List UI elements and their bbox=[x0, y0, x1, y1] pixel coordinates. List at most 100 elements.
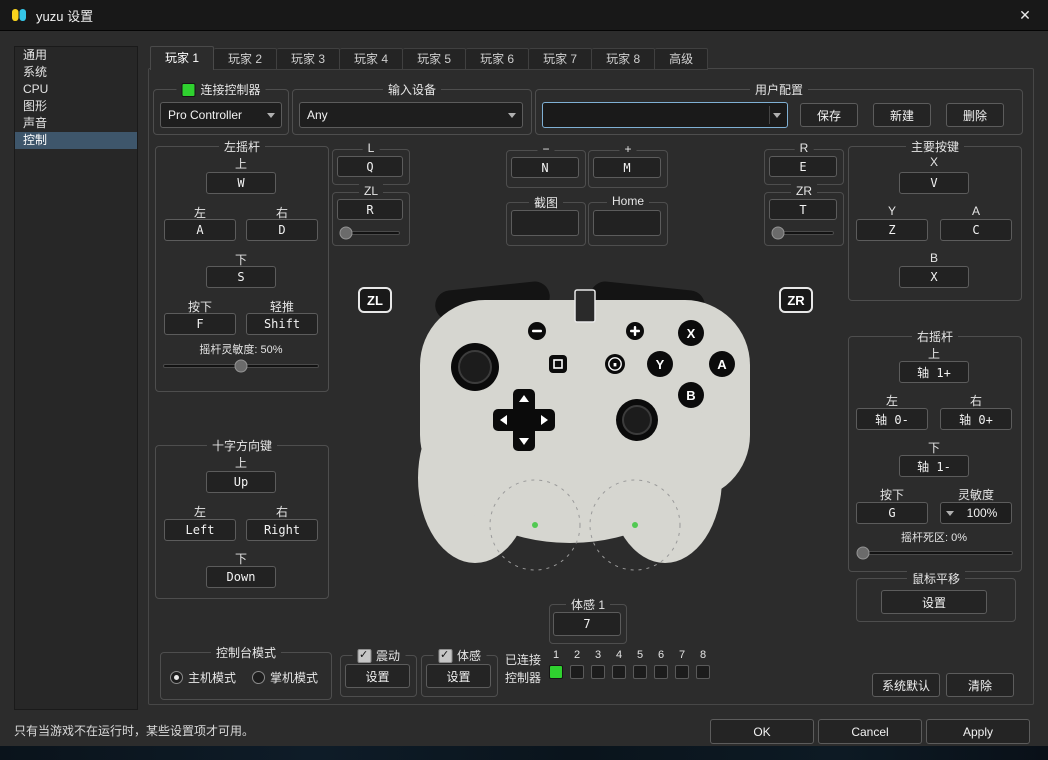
connected-controller-5-checkbox[interactable] bbox=[633, 665, 647, 679]
zl-threshold-slider[interactable] bbox=[339, 225, 401, 240]
sidebar-item-system[interactable]: 系统 bbox=[15, 64, 137, 81]
right-stick-right-button[interactable]: 轴 0+ bbox=[940, 408, 1012, 430]
face-y-button[interactable]: Z bbox=[856, 219, 928, 241]
right-stick-up-label: 上 bbox=[927, 347, 940, 361]
right-stick-up-button[interactable]: 轴 1+ bbox=[899, 361, 969, 383]
left-stick-modifier-button[interactable]: Shift bbox=[246, 313, 318, 335]
dpad-left-button[interactable]: Left bbox=[164, 519, 236, 541]
cancel-button[interactable]: Cancel bbox=[818, 719, 922, 744]
profile-save-button[interactable]: 保存 bbox=[800, 103, 858, 127]
restore-defaults-button[interactable]: 系统默认 bbox=[872, 673, 940, 697]
sidebar-item-general[interactable]: 通用 bbox=[15, 47, 137, 64]
zr-button[interactable]: T bbox=[769, 199, 837, 220]
right-stick-down-button[interactable]: 轴 1- bbox=[899, 455, 969, 477]
close-icon[interactable]: ✕ bbox=[1002, 0, 1048, 30]
left-stick-down-button[interactable]: S bbox=[206, 266, 276, 288]
connected-controller-1-checkbox[interactable] bbox=[549, 665, 563, 679]
left-stick-up-button[interactable]: W bbox=[206, 172, 276, 194]
tab-player-2[interactable]: 玩家 2 bbox=[214, 48, 278, 70]
zr-threshold-slider[interactable] bbox=[771, 225, 835, 240]
connected-label-line2: 控制器 bbox=[504, 671, 541, 685]
left-stick-right-button[interactable]: D bbox=[246, 219, 318, 241]
a-button-glyph: A bbox=[717, 357, 727, 372]
tab-player-7[interactable]: 玩家 7 bbox=[529, 48, 593, 70]
profile-delete-button[interactable]: 删除 bbox=[946, 103, 1004, 127]
profile-label: 用户配置 bbox=[754, 83, 804, 97]
face-a-button[interactable]: C bbox=[940, 219, 1012, 241]
left-stick-range-slider[interactable] bbox=[162, 358, 320, 374]
connect-controller-label: 连接控制器 bbox=[200, 83, 261, 97]
r-label: R bbox=[799, 141, 809, 155]
connected-controller-6-checkbox[interactable] bbox=[654, 665, 668, 679]
motion-checkbox[interactable] bbox=[437, 648, 452, 663]
face-x-button[interactable]: V bbox=[899, 172, 969, 194]
right-stick-left-label: 左 bbox=[885, 394, 898, 408]
plus-button[interactable]: M bbox=[593, 157, 661, 178]
mouse-panning-settings-button[interactable]: 设置 bbox=[881, 590, 987, 614]
clear-button[interactable]: 清除 bbox=[946, 673, 1014, 697]
face-b-button[interactable]: X bbox=[899, 266, 969, 288]
tab-player-3[interactable]: 玩家 3 bbox=[277, 48, 341, 70]
dpad-right-button[interactable]: Right bbox=[246, 519, 318, 541]
tab-player-6[interactable]: 玩家 6 bbox=[466, 48, 530, 70]
right-stick-range-select[interactable]: 100% bbox=[940, 502, 1012, 524]
sidebar-item-audio[interactable]: 声音 bbox=[15, 115, 137, 132]
ok-button[interactable]: OK bbox=[710, 719, 814, 744]
controller-type-select[interactable]: Pro Controller bbox=[160, 102, 282, 128]
profile-new-button[interactable]: 新建 bbox=[873, 103, 931, 127]
status-text: 只有当游戏不在运行时，某些设置项才可用。 bbox=[14, 724, 255, 738]
zl-button[interactable]: R bbox=[337, 199, 403, 220]
apply-button[interactable]: Apply bbox=[926, 719, 1030, 744]
controller-type-value: Pro Controller bbox=[168, 108, 243, 122]
minus-button-icon bbox=[528, 322, 546, 340]
home-button[interactable] bbox=[593, 210, 661, 236]
input-device-select[interactable]: Any bbox=[299, 102, 523, 128]
sidebar-item-graphics[interactable]: 图形 bbox=[15, 98, 137, 115]
docked-mode-radio[interactable]: 主机模式 bbox=[170, 669, 236, 686]
left-stick-press-button[interactable]: F bbox=[164, 313, 236, 335]
right-stick-left-button[interactable]: 轴 0- bbox=[856, 408, 928, 430]
usb-connector bbox=[574, 289, 596, 323]
motion-settings-button[interactable]: 设置 bbox=[426, 664, 491, 688]
left-stick-title: 左摇杆 bbox=[223, 140, 261, 154]
dpad-down-button[interactable]: Down bbox=[206, 566, 276, 588]
vibration-settings-button[interactable]: 设置 bbox=[345, 664, 410, 688]
vibration-checkbox[interactable] bbox=[356, 648, 371, 663]
right-stick-press-label: 按下 bbox=[879, 488, 904, 502]
handheld-mode-label: 掌机模式 bbox=[270, 671, 319, 685]
dpad-right-label: 右 bbox=[275, 505, 288, 519]
sidebar-item-controls[interactable]: 控制 bbox=[15, 132, 137, 149]
connected-controller-3-checkbox[interactable] bbox=[591, 665, 605, 679]
tab-player-4[interactable]: 玩家 4 bbox=[340, 48, 404, 70]
right-stick-deadzone-slider[interactable] bbox=[856, 545, 1014, 561]
plus-button-icon bbox=[626, 322, 644, 340]
motion1-button[interactable]: 7 bbox=[553, 612, 621, 636]
minus-button[interactable]: N bbox=[511, 157, 579, 178]
chevron-down-icon bbox=[267, 113, 275, 118]
connect-controller-checkbox[interactable] bbox=[181, 82, 196, 97]
connected-controller-7-checkbox[interactable] bbox=[675, 665, 689, 679]
screenshot-button[interactable] bbox=[511, 210, 579, 236]
sidebar-item-cpu[interactable]: CPU bbox=[15, 81, 137, 98]
right-stick-right-label: 右 bbox=[969, 394, 982, 408]
connected-controller-4-checkbox[interactable] bbox=[612, 665, 626, 679]
tab-player-1[interactable]: 玩家 1 bbox=[150, 46, 215, 70]
profile-select[interactable] bbox=[542, 102, 788, 128]
connected-controller-8-checkbox[interactable] bbox=[696, 665, 710, 679]
face-x-label: X bbox=[929, 155, 938, 169]
dpad-up-button[interactable]: Up bbox=[206, 471, 276, 493]
connected-controller-2-checkbox[interactable] bbox=[570, 665, 584, 679]
handheld-mode-radio[interactable]: 掌机模式 bbox=[252, 669, 318, 686]
tab-advanced[interactable]: 高级 bbox=[655, 48, 709, 70]
tab-player-5[interactable]: 玩家 5 bbox=[403, 48, 467, 70]
dpad-title: 十字方向键 bbox=[211, 439, 273, 453]
tab-player-8[interactable]: 玩家 8 bbox=[592, 48, 656, 70]
player-tabbar: 玩家 1 玩家 2 玩家 3 玩家 4 玩家 5 玩家 6 玩家 7 玩家 8 … bbox=[150, 46, 709, 70]
screenshot-label: 截图 bbox=[533, 196, 559, 210]
right-stick-press-button[interactable]: G bbox=[856, 502, 928, 524]
l-button[interactable]: Q bbox=[337, 156, 403, 177]
left-stick-left-button[interactable]: A bbox=[164, 219, 236, 241]
input-device-value: Any bbox=[307, 108, 328, 122]
zl-badge: ZL bbox=[358, 287, 392, 313]
r-button[interactable]: E bbox=[769, 156, 837, 177]
